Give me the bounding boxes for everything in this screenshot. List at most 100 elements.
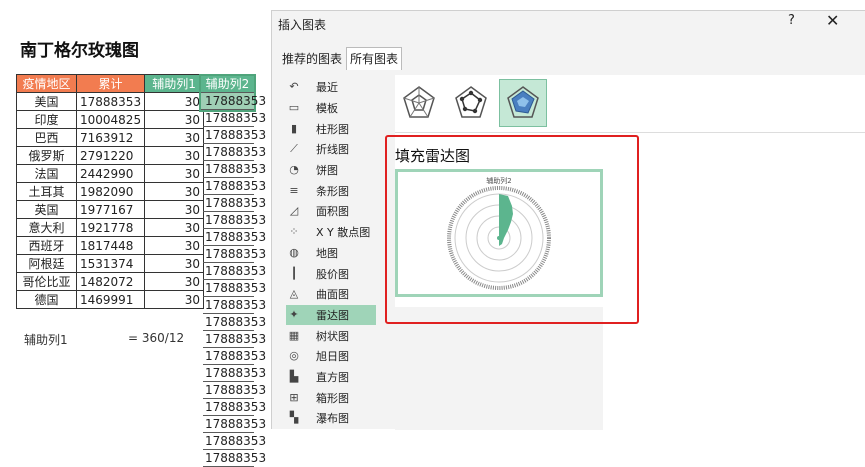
cell-region[interactable]: 美国 bbox=[16, 92, 77, 111]
cell-aux2[interactable]: 17888353 bbox=[203, 110, 266, 127]
cell-region[interactable]: 阿根廷 bbox=[16, 254, 77, 273]
cell-aux2[interactable]: 17888353 bbox=[203, 246, 266, 263]
tab-all-charts[interactable]: 所有图表 bbox=[346, 47, 403, 70]
chart-type-item[interactable]: ▦ 树状图 bbox=[286, 325, 376, 346]
table-row: 法国 2442990 30 bbox=[16, 164, 205, 183]
cell-total[interactable]: 17888353 bbox=[75, 92, 146, 111]
aux2-column[interactable]: 辅助列2 17888353 17888353 17888353 17888353 178… bbox=[199, 74, 266, 467]
scatter-chart-icon: ⁘ bbox=[289, 225, 299, 239]
tab-recommended[interactable]: 推荐的图表 bbox=[278, 47, 346, 70]
close-button[interactable]: ✕ bbox=[826, 11, 839, 30]
chart-type-item[interactable]: ▮ 柱形图 bbox=[286, 118, 376, 139]
formula-note: 辅助列1 = 360/12 bbox=[24, 331, 184, 348]
cell-aux1[interactable]: 30 bbox=[144, 164, 205, 183]
cell-region[interactable]: 巴西 bbox=[16, 128, 77, 147]
chart-type-label: 最近 bbox=[316, 81, 338, 95]
chart-type-item[interactable]: ▚ 瀑布图 bbox=[286, 408, 376, 429]
cell-aux2[interactable]: 17888353 bbox=[203, 280, 266, 297]
cell-aux2[interactable]: 17888353 bbox=[203, 365, 266, 382]
chart-type-item[interactable]: ◔ 饼图 bbox=[286, 160, 376, 181]
radar-filled-button[interactable] bbox=[499, 79, 547, 127]
cell-aux2[interactable]: 17888353 bbox=[203, 450, 266, 467]
cell-region[interactable]: 法国 bbox=[16, 164, 77, 183]
cell-region[interactable]: 德国 bbox=[16, 290, 77, 309]
chart-type-item[interactable]: ◍ 地图 bbox=[286, 243, 376, 264]
cell-aux2[interactable]: 17888353 bbox=[203, 314, 266, 331]
table-row: 英国 1977167 30 bbox=[16, 200, 205, 219]
chart-type-item[interactable]: ◿ 面积图 bbox=[286, 201, 376, 222]
cell-total[interactable]: 1921778 bbox=[75, 218, 146, 237]
cell-total[interactable]: 1977167 bbox=[75, 200, 146, 219]
cell-total[interactable]: 1982090 bbox=[75, 182, 146, 201]
cell-aux2[interactable]: 17888353 bbox=[203, 195, 266, 212]
cell-aux2[interactable]: 17888353 bbox=[203, 144, 266, 161]
cell-aux1[interactable]: 30 bbox=[144, 146, 205, 165]
cell-aux2[interactable]: 17888353 bbox=[203, 161, 266, 178]
cell-aux2[interactable]: 17888353 bbox=[203, 433, 266, 450]
cell-aux2[interactable]: 17888353 bbox=[203, 297, 266, 314]
cell-aux1[interactable]: 30 bbox=[144, 290, 205, 309]
stock-chart-icon: ┃ bbox=[290, 266, 298, 280]
cell-total[interactable]: 2791220 bbox=[75, 146, 146, 165]
cell-total[interactable]: 7163912 bbox=[75, 128, 146, 147]
cell-region[interactable]: 哥伦比亚 bbox=[16, 272, 77, 291]
cell-aux2[interactable]: 17888353 bbox=[203, 348, 266, 365]
cell-aux1[interactable]: 30 bbox=[144, 272, 205, 291]
cell-total[interactable]: 1482072 bbox=[75, 272, 146, 291]
chart-type-item[interactable]: ≡ 条形图 bbox=[286, 180, 376, 201]
chart-type-item[interactable]: ⊞ 箱形图 bbox=[286, 387, 376, 408]
cell-aux2[interactable]: 17888353 bbox=[203, 178, 266, 195]
chart-type-label: X Y 散点图 bbox=[316, 226, 371, 240]
chart-type-item[interactable]: ⁘ X Y 散点图 bbox=[286, 222, 376, 243]
cell-region[interactable]: 印度 bbox=[16, 110, 77, 129]
chart-type-item[interactable]: ▭ 模板 bbox=[286, 98, 376, 119]
cell-region[interactable]: 俄罗斯 bbox=[16, 146, 77, 165]
cell-total[interactable]: 10004825 bbox=[75, 110, 146, 129]
pie-chart-icon: ◔ bbox=[289, 163, 299, 177]
chart-type-item[interactable]: ▙ 直方图 bbox=[286, 367, 376, 388]
chart-type-item[interactable]: ⟋ 折线图 bbox=[286, 139, 376, 160]
chart-type-item[interactable]: ◎ 旭日图 bbox=[286, 346, 376, 367]
header-aux1[interactable]: 辅助列1 bbox=[144, 74, 205, 93]
cell-aux2[interactable]: 17888353 bbox=[203, 93, 266, 110]
chart-type-item[interactable]: ┃ 股价图 bbox=[286, 263, 376, 284]
chart-type-item[interactable]: ↶ 最近 bbox=[286, 77, 376, 98]
cell-total[interactable]: 1469991 bbox=[75, 290, 146, 309]
cell-aux2[interactable]: 17888353 bbox=[203, 331, 266, 348]
radar-markers-button[interactable] bbox=[447, 79, 495, 127]
cell-aux1[interactable]: 30 bbox=[144, 182, 205, 201]
cell-aux1[interactable]: 30 bbox=[144, 110, 205, 129]
cell-aux2[interactable]: 17888353 bbox=[203, 382, 266, 399]
chart-type-item[interactable]: ✦ 雷达图 bbox=[286, 304, 376, 326]
header-total[interactable]: 累计 bbox=[75, 74, 146, 93]
header-aux2[interactable]: 辅助列2 bbox=[201, 76, 254, 93]
cell-aux2[interactable]: 17888353 bbox=[203, 416, 266, 433]
cell-aux2[interactable]: 17888353 bbox=[203, 212, 266, 229]
cell-region[interactable]: 土耳其 bbox=[16, 182, 77, 201]
cell-aux2[interactable]: 17888353 bbox=[203, 263, 266, 280]
cell-total[interactable]: 1531374 bbox=[75, 254, 146, 273]
cell-aux1[interactable]: 30 bbox=[144, 200, 205, 219]
treemap-chart-icon: ▦ bbox=[288, 328, 300, 342]
radar-basic-icon bbox=[403, 86, 435, 118]
cell-aux1[interactable]: 30 bbox=[144, 218, 205, 237]
cell-aux2[interactable]: 17888353 bbox=[203, 127, 266, 144]
chart-type-label: 树状图 bbox=[316, 329, 349, 343]
cell-aux1[interactable]: 30 bbox=[144, 128, 205, 147]
chart-type-item[interactable]: ◬ 曲面图 bbox=[286, 284, 376, 305]
bar-chart-icon: ≡ bbox=[289, 183, 299, 197]
radar-basic-button[interactable] bbox=[395, 79, 443, 127]
cell-region[interactable]: 意大利 bbox=[16, 218, 77, 237]
cell-total[interactable]: 2442990 bbox=[75, 164, 146, 183]
radar-filled-icon bbox=[507, 86, 539, 118]
header-region[interactable]: 疫情地区 bbox=[16, 74, 77, 93]
cell-aux1[interactable]: 30 bbox=[144, 92, 205, 111]
cell-region[interactable]: 英国 bbox=[16, 200, 77, 219]
cell-total[interactable]: 1817448 bbox=[75, 236, 146, 255]
cell-aux2[interactable]: 17888353 bbox=[203, 229, 266, 246]
cell-region[interactable]: 西班牙 bbox=[16, 236, 77, 255]
cell-aux2[interactable]: 17888353 bbox=[203, 399, 266, 416]
help-button[interactable]: ? bbox=[788, 13, 795, 28]
cell-aux1[interactable]: 30 bbox=[144, 254, 205, 273]
cell-aux1[interactable]: 30 bbox=[144, 236, 205, 255]
